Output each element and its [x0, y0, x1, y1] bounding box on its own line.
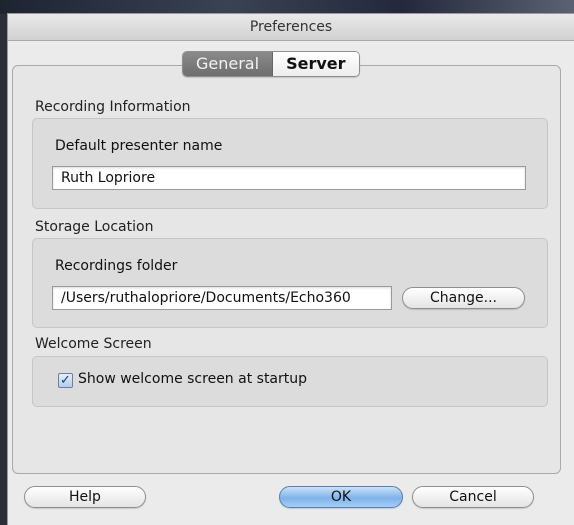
- tab-panel: Recording Information Default presenter …: [12, 65, 561, 474]
- ok-button[interactable]: OK: [279, 486, 403, 508]
- storage-location-heading: Storage Location: [35, 219, 154, 235]
- welcome-screen-heading: Welcome Screen: [35, 336, 152, 352]
- presenter-name-input[interactable]: Ruth Lopriore: [52, 166, 526, 190]
- recording-information-heading: Recording Information: [35, 99, 191, 115]
- desktop-background: [0, 0, 574, 14]
- tab-server[interactable]: Server: [273, 52, 359, 76]
- recording-information-group: Default presenter name Ruth Lopriore: [32, 118, 548, 209]
- change-folder-button[interactable]: Change...: [402, 287, 525, 309]
- tab-general[interactable]: General: [183, 52, 274, 76]
- welcome-screen-checkbox[interactable]: ✓: [58, 373, 73, 388]
- welcome-screen-group: ✓ Show welcome screen at startup: [32, 356, 548, 407]
- checkmark-icon: ✓: [60, 373, 71, 388]
- welcome-screen-checkbox-label[interactable]: Show welcome screen at startup: [78, 371, 307, 387]
- presenter-name-label: Default presenter name: [55, 138, 223, 154]
- storage-location-group: Recordings folder /Users/ruthalopriore/D…: [32, 238, 548, 328]
- cancel-button[interactable]: Cancel: [412, 486, 534, 508]
- recordings-folder-label: Recordings folder: [55, 258, 178, 274]
- preference-tabs: General Server: [182, 51, 360, 77]
- recordings-folder-input[interactable]: /Users/ruthalopriore/Documents/Echo360: [52, 286, 392, 310]
- window-title: Preferences: [8, 14, 574, 41]
- help-button[interactable]: Help: [24, 486, 146, 508]
- preferences-window: Preferences Recording Information Defaul…: [8, 14, 574, 525]
